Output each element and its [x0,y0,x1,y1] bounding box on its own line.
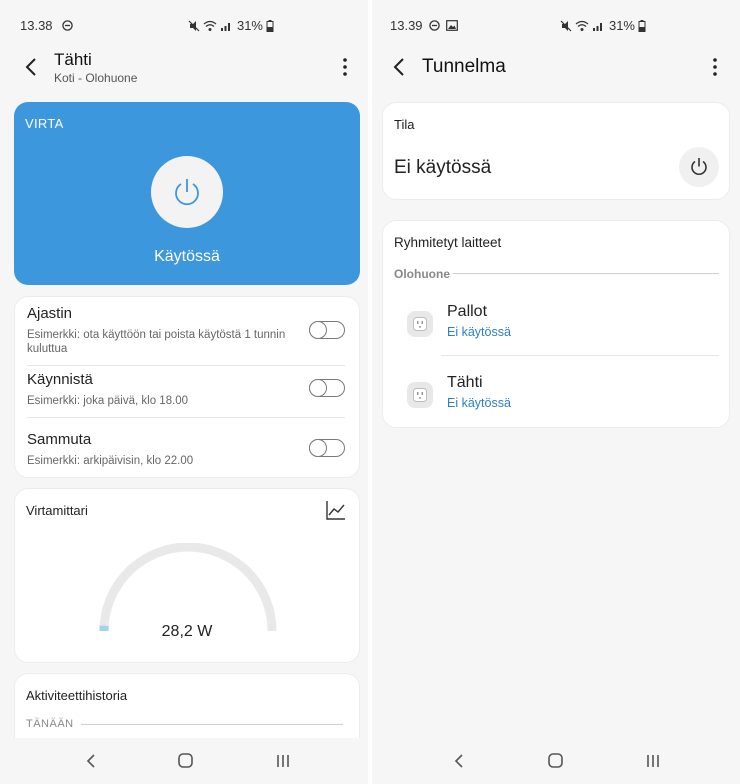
dnd-icon [429,20,440,31]
status-card: Tila Ei käytössä [382,102,730,200]
device-location: Koti - Olohuone [54,71,138,85]
history-title: Aktiviteettihistoria [26,688,128,703]
gallery-icon [446,20,458,31]
nav-bar [0,738,368,784]
nav-back-icon[interactable] [84,752,98,770]
app-bar: Tähti Koti - Olohuone [0,44,368,94]
app-bar: Tunnelma [372,44,740,94]
battery-icon [638,19,646,32]
timer-switch[interactable] [309,321,345,339]
status-time: 13.38 [20,18,53,33]
plug-icon [407,382,433,408]
device-status: Ei käytössä [447,396,511,410]
nav-back-icon[interactable] [452,752,466,770]
device-item-pallot[interactable]: Pallot Ei käytössä [407,303,719,355]
switch-knob [309,321,327,339]
device-name: Pallot [447,303,488,320]
power-state: Käytössä [154,248,220,265]
power-meter-card: Virtamittari 28,2 W [14,488,360,663]
scene-power-button[interactable] [679,147,719,187]
battery-percent: 31% [236,18,263,33]
gauge-track [99,543,277,632]
meter-title: Virtamittari [26,503,88,518]
power-toggle-button[interactable] [151,156,223,228]
schedule-description: Esimerkki: ota käyttöön tai poista käytö… [27,329,286,355]
left-screen: 13.38 31% Tähti Koti - Olohuone VIRTA Kä… [0,0,368,784]
device-title: Tähti [54,50,92,69]
wifi-icon [203,20,217,31]
battery-icon [266,19,274,32]
divider [27,365,345,366]
start-switch[interactable] [309,379,345,397]
status-label: Tila [394,117,415,132]
status-value: Ei käytössä [394,157,492,178]
stop-switch[interactable] [309,439,345,457]
switch-knob [309,439,327,457]
power-icon [175,179,199,206]
divider [27,417,345,418]
more-options-icon[interactable] [710,56,720,78]
status-bar: 13.38 31% [0,18,368,34]
wifi-icon [575,20,589,31]
trend-chart-icon[interactable] [325,499,347,521]
schedule-row-stop: Sammuta Esimerkki: arkipäivisin, klo 22.… [27,431,347,468]
switch-knob [309,379,327,397]
power-label: VIRTA [25,116,64,131]
mute-icon [560,20,572,31]
schedule-title: Sammuta [27,431,92,448]
plug-icon [407,311,433,337]
status-bar: 13.39 31% [372,18,740,34]
right-screen: 13.39 31% Tunnelma Tila Ei käytössä Ryhm… [372,0,740,784]
grouped-devices-card: Ryhmitetyt laitteet Olohuone Pallot Ei k… [382,220,730,428]
signal-icon [592,22,602,31]
scene-title: Tunnelma [422,56,506,77]
section-line [453,273,719,274]
status-icons: 31% [560,18,646,33]
back-arrow-icon[interactable] [22,54,42,80]
nav-home-icon[interactable] [177,752,195,770]
mute-icon [188,20,200,31]
history-section-today: TÄNÄÄN [26,718,74,730]
schedule-row-timer: Ajastin Esimerkki: ota käyttöön tai pois… [27,305,347,366]
meter-value: 28,2 W [161,623,213,640]
schedule-row-start: Käynnistä Esimerkki: joka päivä, klo 18.… [27,371,347,418]
room-section: Olohuone [394,267,450,281]
power-icon [691,158,707,175]
nav-recents-icon[interactable] [644,752,662,770]
status-icons: 31% [188,18,274,33]
status-time: 13.39 [390,18,423,33]
nav-recents-icon[interactable] [274,752,292,770]
divider [441,355,719,356]
nav-bar [372,738,740,784]
dnd-icon [62,20,73,31]
signal-icon [220,22,230,31]
section-line [81,724,343,725]
schedule-description: Esimerkki: joka päivä, klo 18.00 [27,395,189,407]
device-name: Tähti [447,374,483,391]
power-card: VIRTA Käytössä [14,102,360,285]
more-options-icon[interactable] [340,56,350,78]
schedule-title: Ajastin [27,305,73,322]
device-item-tahti[interactable]: Tähti Ei käytössä [407,374,719,426]
nav-home-icon[interactable] [547,752,565,770]
schedule-title: Käynnistä [27,371,93,388]
battery-percent: 31% [608,18,635,33]
device-status: Ei käytössä [447,325,511,339]
schedule-description: Esimerkki: arkipäivisin, klo 22.00 [27,455,194,467]
schedule-card: Ajastin Esimerkki: ota käyttöön tai pois… [14,296,360,478]
grouped-title: Ryhmitetyt laitteet [394,235,502,250]
back-arrow-icon[interactable] [390,54,410,80]
